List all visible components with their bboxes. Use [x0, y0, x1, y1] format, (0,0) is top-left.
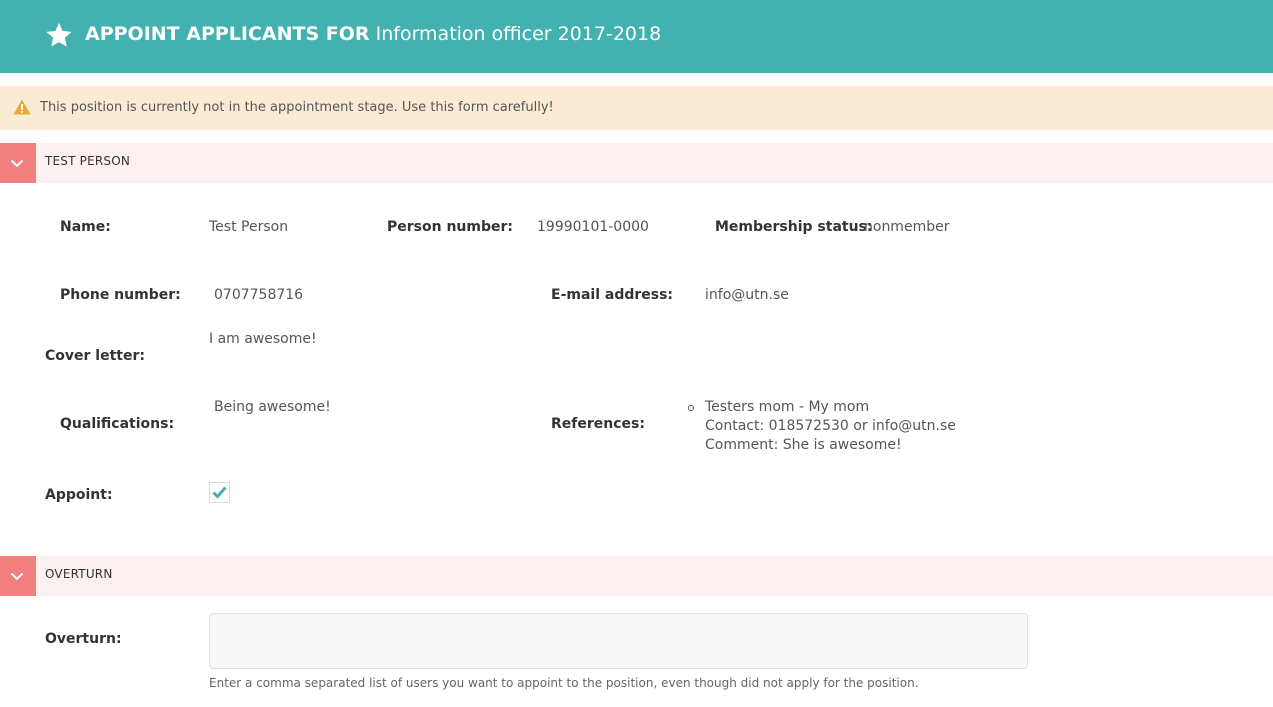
- name-value: Test Person: [209, 219, 289, 235]
- chevron-down-icon: [10, 159, 24, 168]
- page-header: APPOINT APPLICANTS FOR Information offic…: [0, 0, 1273, 73]
- section-title-overturn: OVERTURN: [45, 567, 113, 581]
- collapse-toggle-overturn[interactable]: [0, 556, 36, 596]
- appoint-label: Appoint:: [45, 487, 113, 503]
- email-address-label: E-mail address:: [551, 287, 674, 303]
- bullet-icon: [688, 405, 694, 411]
- section-header-overturn: OVERTURN: [0, 556, 1273, 596]
- chevron-down-icon: [10, 572, 24, 581]
- collapse-toggle-applicant[interactable]: [0, 143, 36, 183]
- list-item: Testers mom - My mom Contact: 018572530 …: [688, 398, 956, 455]
- person-number-label: Person number:: [387, 219, 513, 235]
- warning-icon: [13, 99, 31, 115]
- person-number-value: 19990101-0000: [537, 219, 649, 235]
- checkmark-icon: [212, 486, 227, 499]
- title-prefix: APPOINT APPLICANTS FOR: [85, 23, 370, 45]
- qualifications-label: Qualifications:: [60, 416, 175, 432]
- membership-status-value: nonmember: [864, 219, 950, 235]
- phone-number-value: 0707758716: [214, 287, 304, 303]
- overturn-label: Overturn:: [45, 631, 122, 647]
- name-label: Name:: [60, 219, 111, 235]
- overturn-help-text: Enter a comma separated list of users yo…: [209, 676, 919, 690]
- star-icon: [46, 22, 72, 47]
- references-list: Testers mom - My mom Contact: 018572530 …: [688, 398, 956, 455]
- reference-contact: Contact: 018572530 or info@utn.se: [705, 418, 956, 434]
- phone-number-label: Phone number:: [60, 287, 181, 303]
- membership-status-label: Membership status:: [715, 219, 873, 235]
- section-header-applicant: TEST PERSON: [0, 143, 1273, 183]
- cover-letter-value: I am awesome!: [209, 331, 317, 347]
- warning-text: This position is currently not in the ap…: [40, 100, 554, 115]
- references-label: References:: [551, 416, 645, 432]
- title-position: Information officer 2017-2018: [375, 23, 662, 45]
- qualifications-value: Being awesome!: [214, 399, 331, 415]
- reference-comment: Comment: She is awesome!: [705, 437, 902, 453]
- email-address-value: info@utn.se: [705, 287, 789, 303]
- section-title-applicant: TEST PERSON: [45, 154, 131, 168]
- page-title: APPOINT APPLICANTS FOR Information offic…: [85, 20, 661, 48]
- cover-letter-label: Cover letter:: [45, 348, 145, 364]
- appoint-checkbox[interactable]: [209, 482, 230, 503]
- overturn-input[interactable]: [209, 613, 1028, 669]
- warning-banner: This position is currently not in the ap…: [0, 86, 1273, 130]
- reference-name: Testers mom - My mom: [705, 399, 870, 415]
